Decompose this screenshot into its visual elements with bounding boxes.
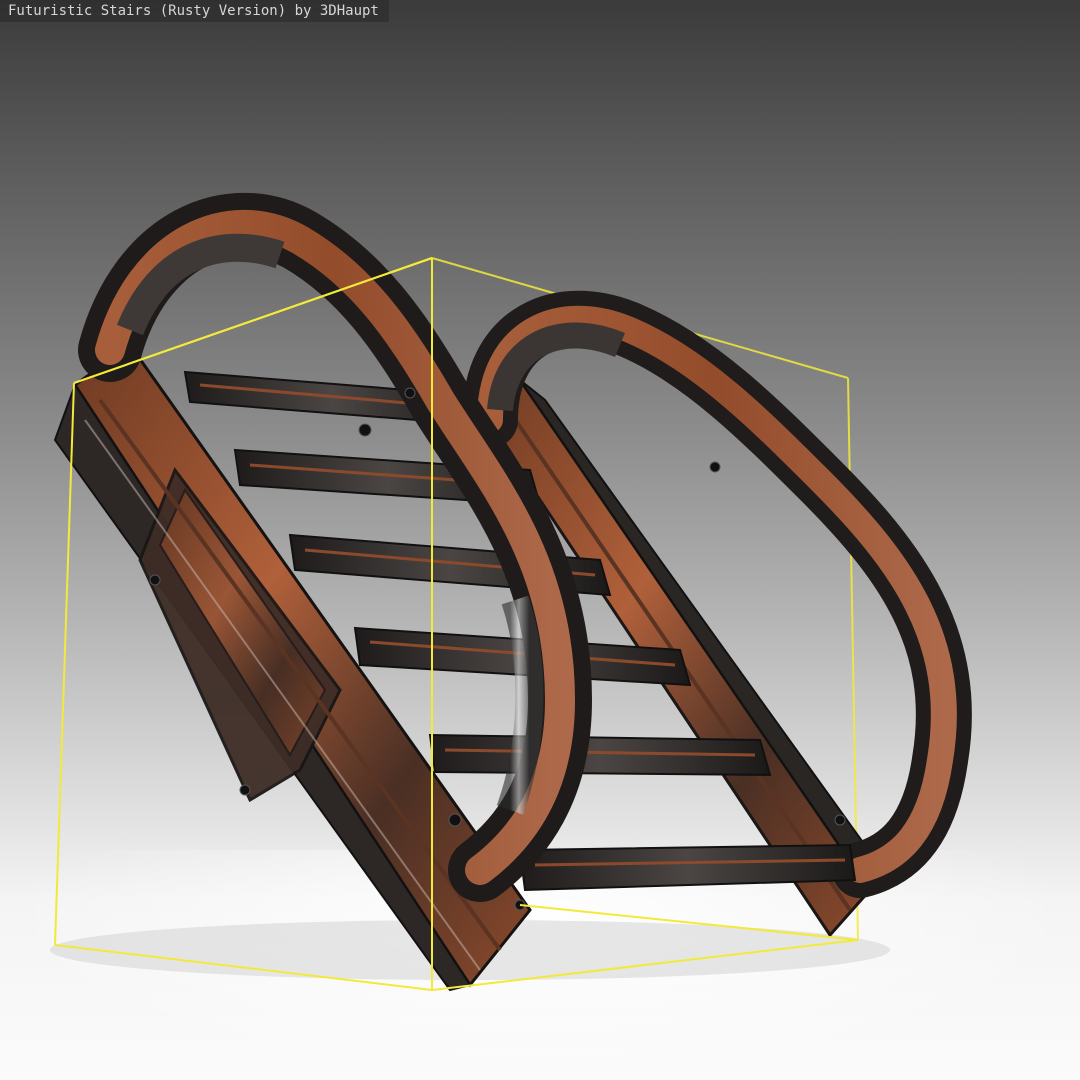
model-title-label: Futuristic Stairs (Rusty Version) by 3DH… <box>0 0 389 22</box>
stairs-model-render <box>50 192 972 992</box>
3d-viewport[interactable]: Futuristic Stairs (Rusty Version) by 3DH… <box>0 0 1080 1080</box>
model-title-text: Futuristic Stairs (Rusty Version) by 3DH… <box>8 3 379 19</box>
